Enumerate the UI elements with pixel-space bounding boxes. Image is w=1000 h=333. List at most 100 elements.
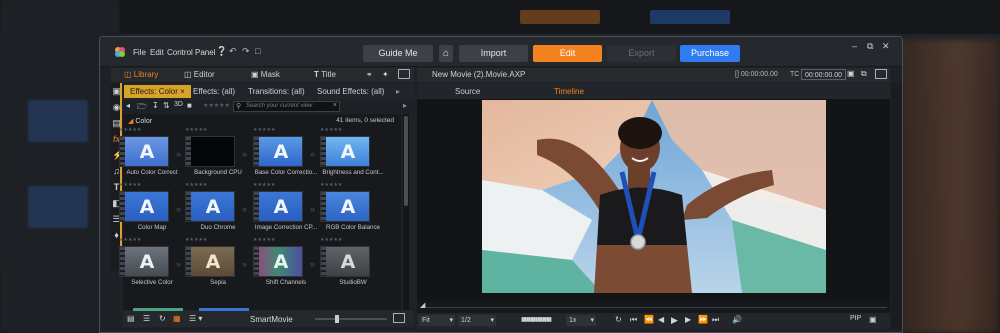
- export-button[interactable]: Export: [607, 45, 676, 62]
- redo-icon[interactable]: ↷: [242, 47, 251, 56]
- effect-thumbnail[interactable]: A: [119, 136, 169, 167]
- scroll-thumb[interactable]: [404, 116, 408, 206]
- zoom-slider-handle[interactable]: [335, 315, 339, 323]
- timecode-field[interactable]: 00:00:00.00: [801, 69, 846, 80]
- step-forward-icon[interactable]: ⏩: [698, 315, 708, 324]
- menu-control-panel[interactable]: Control Panel: [167, 48, 215, 57]
- home-button[interactable]: ⌂: [439, 45, 453, 62]
- sort-icon[interactable]: ⇅: [163, 101, 170, 110]
- effect-thumbnail[interactable]: A: [253, 246, 303, 277]
- stack-icon[interactable]: ☰: [143, 314, 150, 323]
- tab-sound-effects-all[interactable]: Sound Effects: (all): [311, 85, 390, 98]
- import-button[interactable]: Import: [459, 45, 528, 62]
- pin-icon[interactable]: ✦: [382, 70, 389, 79]
- effect-thumbnail[interactable]: A: [119, 191, 169, 222]
- tab-effects-color[interactable]: Effects: Color ×: [124, 85, 191, 98]
- fullscreen-icon[interactable]: ⧉: [861, 69, 867, 79]
- effect-thumbnail[interactable]: A: [320, 136, 370, 167]
- close-tab-icon[interactable]: ×: [180, 87, 185, 96]
- panel-toggle-icon[interactable]: [398, 69, 410, 79]
- smartmovie-button[interactable]: SmartMovie: [250, 315, 293, 324]
- menu-icon[interactable]: ☰ ▾: [189, 314, 202, 323]
- player-toggle-icon[interactable]: [875, 69, 887, 79]
- effect-item[interactable]: ★★★★★ A » Shift Channels: [253, 237, 319, 292]
- close-icon[interactable]: ✕: [882, 41, 890, 52]
- rating-stars[interactable]: ★★★★★: [119, 127, 141, 133]
- tab-title[interactable]: T Title: [314, 70, 336, 79]
- resolution-select[interactable]: 1/2 ▾: [458, 315, 496, 326]
- volume-icon[interactable]: 🔊: [732, 315, 742, 324]
- link-icon[interactable]: ⚭: [366, 70, 373, 79]
- expand-icon[interactable]: ▸: [403, 101, 407, 110]
- tab-timeline[interactable]: Timeline: [554, 87, 584, 96]
- guide-me-button[interactable]: Guide Me: [363, 45, 433, 62]
- grid-view-icon[interactable]: ▦: [173, 314, 181, 323]
- effect-item[interactable]: ★★★★★ A » Sepia: [185, 237, 251, 292]
- help-icon[interactable]: ❔: [216, 47, 227, 56]
- pip-toggle[interactable]: PIP: [850, 315, 861, 322]
- clear-search-icon[interactable]: ×: [333, 102, 337, 109]
- speed-select[interactable]: 1x ▾: [566, 315, 596, 326]
- rating-stars[interactable]: ★★★★★: [320, 237, 342, 243]
- play-icon[interactable]: ▶: [671, 315, 678, 326]
- rating-stars[interactable]: ★★★★★: [253, 237, 275, 243]
- go-to-start-icon[interactable]: ⏮: [630, 315, 637, 325]
- back-icon[interactable]: ◂: [126, 101, 130, 110]
- rating-stars[interactable]: ★★★★★: [253, 182, 275, 188]
- previous-frame-icon[interactable]: ◀: [658, 315, 664, 324]
- library-scrollbar[interactable]: [403, 114, 409, 310]
- effect-item[interactable]: ★★★★★ A Brightness and Cont...: [320, 127, 386, 182]
- tab-effects-all[interactable]: Effects: (all): [187, 85, 241, 98]
- effect-thumbnail[interactable]: [185, 136, 235, 167]
- bin-icon[interactable]: ▤: [127, 314, 135, 323]
- tab-editor[interactable]: ◫ Editor: [184, 70, 215, 79]
- document-icon[interactable]: □: [255, 47, 264, 56]
- zoom-slider[interactable]: [315, 315, 387, 323]
- effect-item[interactable]: ★★★★★ A » Color Map: [119, 182, 185, 237]
- fit-select[interactable]: Fit ▾: [419, 315, 455, 326]
- go-to-end-icon[interactable]: ⏭: [712, 315, 719, 325]
- edit-button[interactable]: Edit: [533, 45, 602, 62]
- tab-transitions-all[interactable]: Transitions: (all): [242, 85, 311, 98]
- effect-thumbnail[interactable]: A: [253, 136, 303, 167]
- export-frame-icon[interactable]: ▣: [847, 69, 855, 78]
- disc-icon[interactable]: ◉: [112, 103, 121, 112]
- minimize-icon[interactable]: –: [852, 41, 857, 51]
- effect-item[interactable]: ★★★★★ A RGB Color Balance: [320, 182, 386, 237]
- scroll-tabs-icon[interactable]: ▸: [394, 85, 402, 98]
- effect-thumbnail[interactable]: A: [320, 191, 370, 222]
- jog-wheel[interactable]: ▮▮▮▮▮▮▮▮▮▮▮▮▮: [521, 316, 552, 323]
- tag-icon[interactable]: ■: [187, 101, 192, 110]
- effect-item[interactable]: ★★★★★ A » Selective Color: [119, 237, 185, 292]
- tab-library[interactable]: ◫ Library: [124, 70, 158, 79]
- menu-file[interactable]: File: [133, 48, 146, 57]
- rating-filter[interactable]: ★★★★★: [203, 102, 230, 109]
- effect-thumbnail[interactable]: A: [185, 246, 235, 277]
- rating-stars[interactable]: ★★★★★: [320, 182, 342, 188]
- scrubber-track[interactable]: [420, 307, 887, 308]
- effect-item[interactable]: ★★★★★ A » Base Color Correctio...: [253, 127, 319, 182]
- purchase-button[interactable]: Purchase: [680, 45, 740, 62]
- rating-stars[interactable]: ★★★★★: [119, 237, 141, 243]
- step-back-icon[interactable]: ⏪: [644, 315, 654, 324]
- refresh-icon[interactable]: ↻: [159, 314, 166, 323]
- tab-mask[interactable]: ▣ Mask: [251, 70, 280, 79]
- effect-item[interactable]: ★★★★★ A » Auto Color Correct: [119, 127, 185, 182]
- effect-item[interactable]: ★★★★★ » Background CPU: [185, 127, 251, 182]
- rating-stars[interactable]: ★★★★★: [185, 127, 207, 133]
- filter-icon[interactable]: ↧: [152, 101, 159, 110]
- effect-thumbnail[interactable]: A: [320, 246, 370, 277]
- rating-stars[interactable]: ★★★★★: [119, 182, 141, 188]
- effect-item[interactable]: ★★★★★ A StudioBW: [320, 237, 386, 292]
- rating-stars[interactable]: ★★★★★: [253, 127, 275, 133]
- playhead-icon[interactable]: ◢: [420, 301, 425, 309]
- next-frame-icon[interactable]: ▶: [685, 315, 691, 324]
- effect-thumbnail[interactable]: A: [119, 246, 169, 277]
- effect-item[interactable]: ★★★★★ A » Duo Chrome: [185, 182, 251, 237]
- restore-icon[interactable]: ⧉: [867, 41, 873, 52]
- category-header[interactable]: ◢ Color: [128, 117, 152, 125]
- undo-icon[interactable]: ↶: [229, 47, 238, 56]
- scrubber-bar[interactable]: ◢: [417, 301, 890, 313]
- tab-source[interactable]: Source: [455, 87, 480, 96]
- search-box[interactable]: ⚲ Search your current view ×: [233, 101, 340, 112]
